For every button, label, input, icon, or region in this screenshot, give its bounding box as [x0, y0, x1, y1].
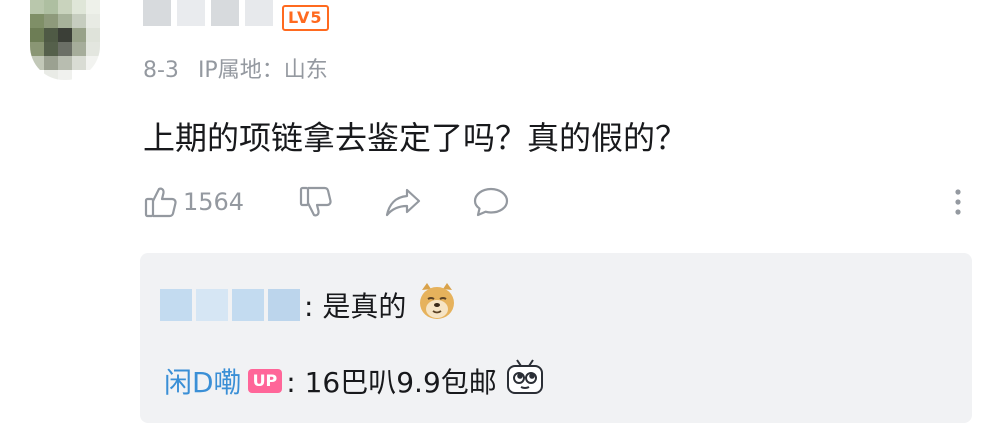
comment-date: 8-3 — [143, 58, 179, 83]
comment-meta: 8-3 IP属地：山东 — [143, 52, 328, 84]
thumb-down-icon — [298, 184, 334, 220]
like-button[interactable]: 1564 — [143, 184, 244, 220]
reply-text: : 16巴叭9.9包邮 — [286, 365, 497, 399]
up-badge: UP — [247, 368, 283, 393]
avatar[interactable] — [30, 0, 100, 80]
reply-item[interactable]: : 是真的 — [160, 280, 458, 329]
username[interactable] — [143, 0, 273, 26]
reply-author[interactable] — [160, 288, 300, 321]
more-vertical-icon — [943, 184, 973, 220]
more-button[interactable] — [943, 184, 973, 220]
level-badge: LV5 — [282, 5, 329, 31]
comment-icon — [471, 184, 511, 220]
dislike-button[interactable] — [298, 184, 334, 220]
comment-text: 上期的项链拿去鉴定了吗？真的假的？ — [143, 119, 688, 157]
tv-emoji-icon — [505, 357, 545, 404]
like-count: 1564 — [183, 188, 245, 216]
reply-button[interactable] — [471, 184, 511, 220]
reply-text: : 是真的 — [304, 289, 407, 323]
comment-actions: 1564 — [143, 184, 973, 228]
doge-emoji-icon — [416, 280, 458, 329]
share-button[interactable] — [383, 184, 423, 220]
reply-item[interactable]: 闲D嘞 UP : 16巴叭9.9包邮 — [164, 357, 545, 404]
reply-author[interactable]: 闲D嘞 — [164, 361, 242, 401]
reply-list: : 是真的 闲D嘞 UP : 16巴叭9.9包邮 — [140, 253, 972, 423]
ip-location: IP属地：山东 — [197, 58, 328, 83]
thumb-up-icon — [143, 184, 179, 220]
share-icon — [383, 184, 423, 220]
